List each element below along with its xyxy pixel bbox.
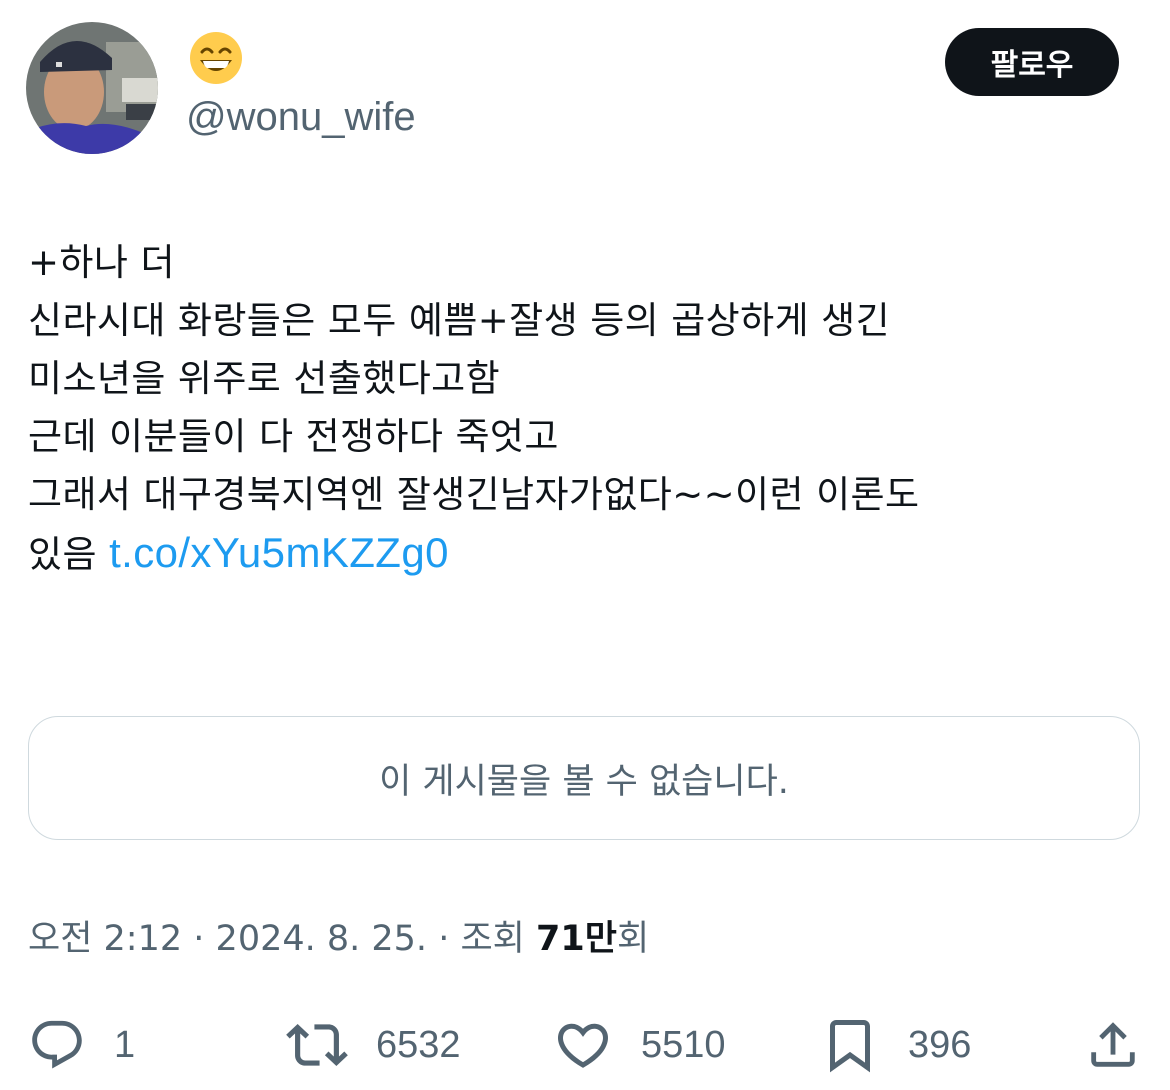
tweet-date[interactable]: 2024. 8. 25. [216,919,428,959]
retweet-icon [286,1024,348,1066]
bookmark-button[interactable]: 396 [820,1010,971,1080]
reply-button[interactable]: 1 [28,1010,135,1080]
like-count: 5510 [641,1023,726,1066]
bookmark-icon [830,1020,870,1073]
like-button[interactable]: 5510 [553,1010,726,1080]
author-handle[interactable]: @wonu_wife [186,94,416,140]
tweet-meta: 오전 2:12 · 2024. 8. 25. · 조회 71만회 [28,912,649,966]
avatar[interactable] [26,22,158,154]
display-name-emoji [188,30,244,86]
meta-separator: · [193,919,205,959]
tweet-line-last: 있음 t.co/xYu5mKZZg0 [28,524,1148,584]
tweet-line: 미소년을 위주로 선출했다고함 [28,357,501,400]
heart-icon [557,1023,609,1068]
tweet-time[interactable]: 오전 2:12 [28,919,182,959]
reply-icon [32,1020,82,1069]
bookmark-count: 396 [908,1023,972,1066]
grinning-face-icon [190,32,242,84]
share-icon [1091,1022,1135,1067]
share-button[interactable] [1084,1010,1142,1080]
action-bar: 1 6532 5510 396 [0,1010,1170,1080]
follow-button[interactable]: 팔로우 [945,28,1119,96]
retweet-count: 6532 [376,1023,461,1066]
tweet-line-prefix: 있음 [28,533,97,576]
unavailable-post-card: 이 게시물을 볼 수 없습니다. [28,716,1140,840]
views-label: 조회 [460,919,525,959]
unavailable-message: 이 게시물을 볼 수 없습니다. [379,761,789,802]
views-suffix: 회 [616,919,650,959]
tweet-text: +하나 더 신라시대 화랑들은 모두 예쁨+잘생 등의 곱상하게 생긴 미소년을… [28,234,1148,584]
reply-count: 1 [114,1023,136,1066]
views-count: 71만 [536,919,617,959]
tweet-link[interactable]: t.co/xYu5mKZZg0 [109,529,449,576]
meta-separator: · [438,919,450,959]
tweet-line: 그래서 대구경북지역엔 잘생긴남자가없다~~이런 이론도 [28,473,920,516]
tweet-line: 근데 이분들이 다 전쟁하다 죽엇고 [28,415,559,458]
tweet-line: 신라시대 화랑들은 모두 예쁨+잘생 등의 곱상하게 생긴 [28,299,891,342]
retweet-button[interactable]: 6532 [286,1010,461,1080]
tweet-line: +하나 더 [28,241,175,284]
